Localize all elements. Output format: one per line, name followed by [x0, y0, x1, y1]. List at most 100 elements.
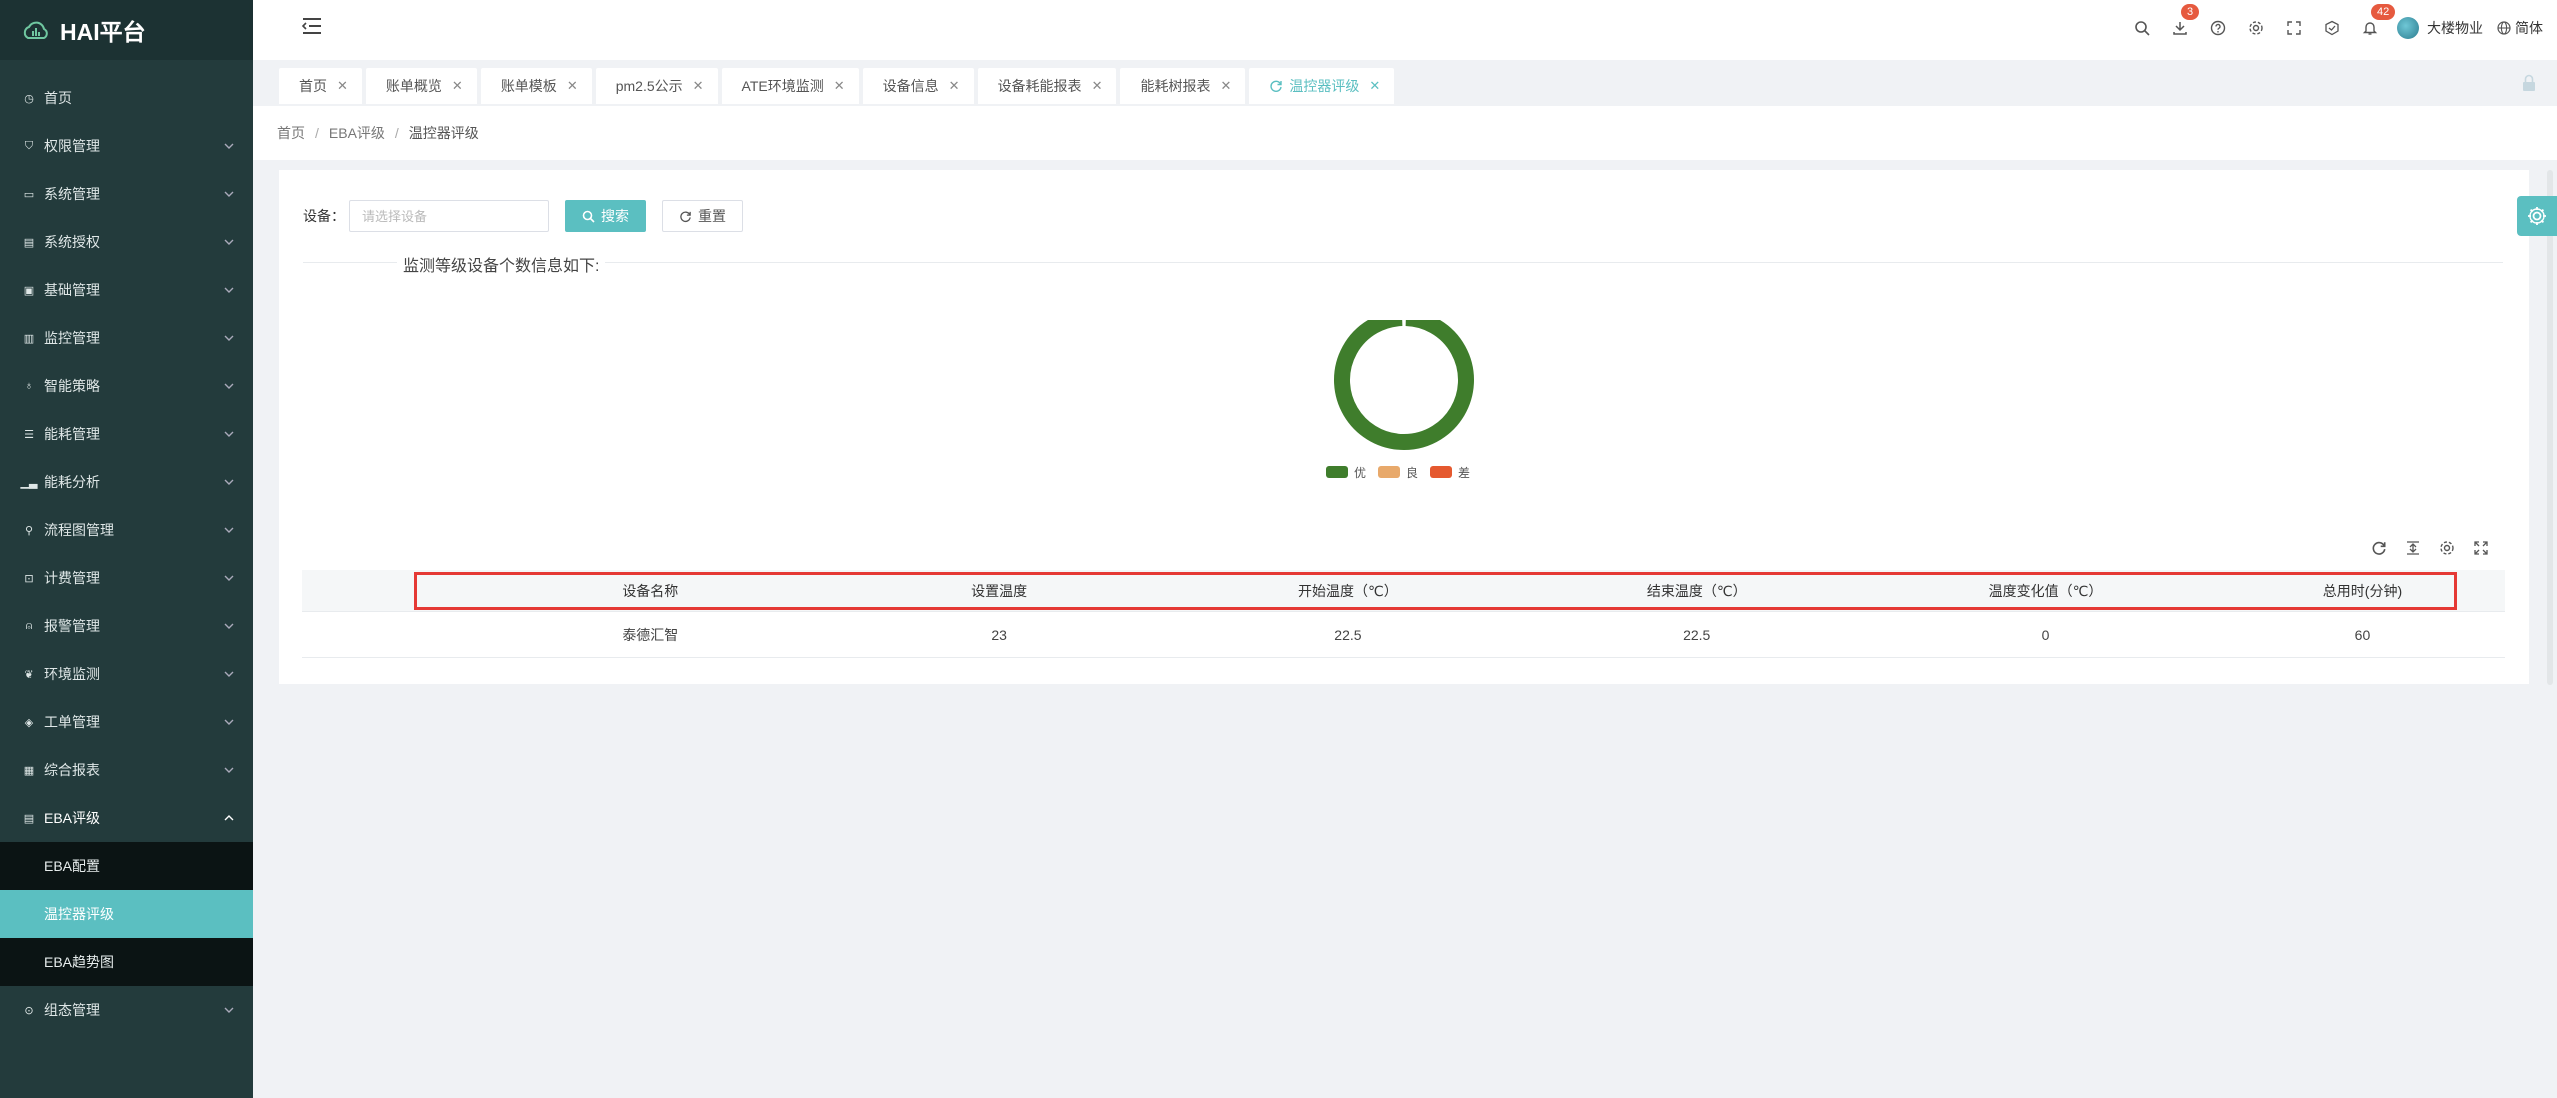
sidebar-subitem-eba-trend[interactable]: EBA趋势图	[0, 938, 253, 986]
sidebar-item-system[interactable]: ▭ 系统管理	[0, 170, 253, 218]
close-icon[interactable]: ✕	[1092, 78, 1103, 94]
search-icon[interactable]	[2123, 0, 2161, 56]
tab-device-energy-report[interactable]: 设备耗能报表 ✕	[977, 68, 1117, 104]
fullscreen-icon[interactable]	[2275, 0, 2313, 56]
refresh-icon[interactable]	[1269, 79, 1283, 93]
sidebar-item-workorder[interactable]: ◈ 工单管理	[0, 698, 253, 746]
theme-settings-button[interactable]	[2517, 196, 2557, 236]
search-form: 设备： 搜索 重置	[303, 200, 743, 232]
leaf-icon: ❦	[24, 668, 34, 681]
column-header: 设备名称	[622, 582, 679, 599]
sidebar-item-label: 工单管理	[44, 714, 100, 730]
bar-chart-icon: ▁▃	[20, 476, 38, 489]
user-menu[interactable]: 大楼物业	[2397, 17, 2483, 39]
legend-label: 良	[1406, 465, 1418, 480]
table-row[interactable]: 泰德汇智 23 22.5 22.5 0 60	[302, 612, 2505, 658]
help-icon[interactable]	[2199, 0, 2237, 56]
tab-pm25[interactable]: pm2.5公示 ✕	[595, 68, 718, 104]
sidebar-item-authorization[interactable]: ▤ 系统授权	[0, 218, 253, 266]
sidebar-menu: ◷ 首页 ⛉ 权限管理 ▭ 系统管理 ▤ 系统授权 ▣ 基础管理 ▥ 监控管理 ♁ 智能策略 …	[0, 74, 253, 1034]
tab-ate-env[interactable]: ATE环境监测 ✕	[721, 68, 859, 104]
tab-device-info[interactable]: 设备信息 ✕	[862, 68, 974, 104]
page-scrollbar[interactable]	[2547, 170, 2553, 685]
theme-icon[interactable]	[2313, 0, 2351, 56]
tab-home[interactable]: 首页 ✕	[279, 68, 362, 104]
sidebar-item-basic[interactable]: ▣ 基础管理	[0, 266, 253, 314]
sidebar-item-alarm[interactable]: ⍝ 报警管理	[0, 602, 253, 650]
column-height-icon[interactable]	[2403, 538, 2423, 558]
column-header: 开始温度（℃）	[1298, 582, 1398, 599]
sidebar-item-permission[interactable]: ⛉ 权限管理	[0, 122, 253, 170]
close-icon[interactable]: ✕	[949, 78, 960, 94]
legend-item-差[interactable]: 差	[1430, 466, 1470, 480]
device-select-input[interactable]	[349, 200, 549, 232]
donut-slice-优[interactable]	[1334, 310, 1474, 450]
reset-button[interactable]: 重置	[662, 200, 743, 232]
tab-label: 账单模板	[500, 78, 557, 94]
fullscreen-icon[interactable]	[2471, 538, 2491, 558]
chevron-down-icon	[224, 287, 234, 293]
lock-icon[interactable]	[2521, 74, 2537, 92]
breadcrumb-item-eba[interactable]: EBA评级	[329, 123, 385, 143]
column-header: 总用时(分钟)	[2322, 582, 2403, 599]
settings-icon[interactable]	[2437, 538, 2457, 558]
sidebar-item-billing[interactable]: ⊡ 计费管理	[0, 554, 253, 602]
chevron-up-icon	[224, 815, 234, 821]
sidebar-item-label: 系统管理	[44, 186, 100, 202]
bell-icon[interactable]: 42	[2351, 0, 2396, 56]
bulb-icon: ♁	[24, 380, 34, 392]
sidebar-item-monitor[interactable]: ▥ 监控管理	[0, 314, 253, 362]
download-icon[interactable]: 3	[2161, 0, 2200, 56]
sidebar-item-label: 组态管理	[44, 1002, 100, 1018]
sidebar-item-label: 能耗管理	[44, 426, 100, 442]
language-switch[interactable]: 简体	[2497, 18, 2543, 38]
sidebar-item-home[interactable]: ◷ 首页	[0, 74, 253, 122]
close-icon[interactable]: ✕	[1369, 78, 1380, 94]
tab-bill-overview[interactable]: 账单概览 ✕	[365, 68, 477, 104]
sidebar-item-configuration[interactable]: ⊙ 组态管理	[0, 986, 253, 1034]
table-cell: 22.5	[1683, 626, 1711, 643]
close-icon[interactable]: ✕	[337, 78, 348, 94]
data-icon: ▣	[23, 284, 35, 297]
breadcrumb-item-home[interactable]: 首页	[277, 123, 305, 143]
sidebar-item-label: 系统授权	[44, 234, 100, 250]
monitor-icon: ▭	[23, 188, 35, 201]
tab-bill-template[interactable]: 账单模板 ✕	[480, 68, 592, 104]
sidebar-item-energy[interactable]: ☰ 能耗管理	[0, 410, 253, 458]
sidebar-item-report[interactable]: ▦ 综合报表	[0, 746, 253, 794]
legend-swatch	[1430, 466, 1452, 478]
menu-fold-icon[interactable]	[301, 16, 323, 36]
sidebar-item-label: 首页	[44, 90, 72, 106]
sidebar-subitem-thermostat-rating[interactable]: 温控器评级	[0, 890, 253, 938]
settings-icon[interactable]	[2237, 0, 2275, 56]
sidebar: HAI平台 ◷ 首页 ⛉ 权限管理 ▭ 系统管理 ▤ 系统授权 ▣ 基础管理 ▥ 监控管理 …	[0, 0, 253, 1098]
tab-thermostat-rating[interactable]: 温控器评级 ✕	[1249, 68, 1395, 104]
breadcrumb-separator: /	[315, 125, 319, 141]
sidebar-item-strategy[interactable]: ♁ 智能策略	[0, 362, 253, 410]
close-icon[interactable]: ✕	[567, 78, 578, 94]
close-icon[interactable]: ✕	[834, 78, 845, 94]
tab-label: 首页	[299, 78, 327, 94]
search-button[interactable]: 搜索	[565, 200, 646, 232]
sidebar-item-eba[interactable]: ▤ EBA评级	[0, 794, 253, 842]
sidebar-item-environment[interactable]: ❦ 环境监测	[0, 650, 253, 698]
sidebar-item-analysis[interactable]: ▁▃ 能耗分析	[0, 458, 253, 506]
table-cell: 泰德汇智	[622, 626, 679, 643]
close-icon[interactable]: ✕	[693, 78, 704, 94]
close-icon[interactable]: ✕	[452, 78, 463, 94]
cloud-logo-icon	[23, 21, 48, 39]
legend-item-优[interactable]: 优	[1326, 466, 1366, 480]
refresh-icon[interactable]	[2369, 538, 2389, 558]
app-logo[interactable]: HAI平台	[0, 0, 253, 60]
sidebar-subitem-label: EBA配置	[44, 858, 101, 874]
legend-swatch	[1326, 466, 1348, 478]
rating-table: 设备名称 设置温度 开始温度（℃） 结束温度（℃） 温度变化值（℃） 总用时(分…	[302, 570, 2505, 658]
tab-energy-tree-report[interactable]: 能耗树报表 ✕	[1120, 68, 1246, 104]
sidebar-subitem-eba-config[interactable]: EBA配置	[0, 842, 253, 890]
section-divider	[303, 262, 2503, 263]
table-header: 设备名称 设置温度 开始温度（℃） 结束温度（℃） 温度变化值（℃） 总用时(分…	[302, 570, 2505, 612]
sidebar-item-flow[interactable]: ⚲ 流程图管理	[0, 506, 253, 554]
legend-label: 差	[1458, 466, 1470, 480]
legend-item-良[interactable]: 良	[1378, 465, 1418, 480]
close-icon[interactable]: ✕	[1220, 78, 1231, 94]
